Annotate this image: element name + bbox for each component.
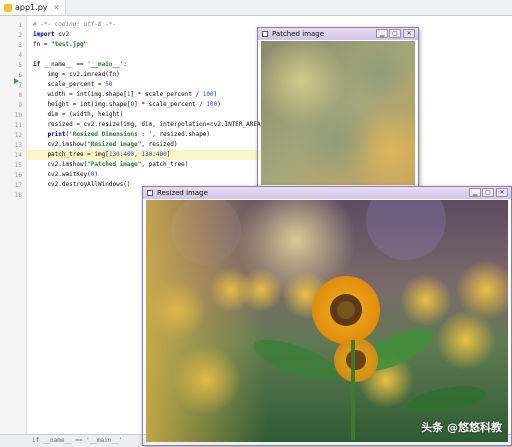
editor-tab-bar: app1.py ✕ [0, 0, 512, 16]
window-app-icon [147, 190, 153, 196]
code-line[interactable]: fn = "test.jpg" [33, 40, 87, 50]
code-line[interactable]: img = cv2.imread(fn) [33, 70, 119, 80]
patched-image [261, 41, 415, 185]
maximize-icon[interactable]: ▢ [389, 29, 401, 38]
close-icon[interactable]: ✕ [496, 188, 508, 197]
line-number: 10 [14, 112, 22, 119]
code-line[interactable]: import cv2 [33, 30, 69, 40]
tab-label: app1.py [15, 3, 48, 12]
line-number: 6 [18, 72, 22, 79]
patched-window-titlebar[interactable]: Patched image ▁ ▢ ✕ [258, 28, 418, 40]
minimize-icon[interactable]: ▁ [376, 29, 388, 38]
line-number: 4 [18, 52, 22, 59]
code-line[interactable]: scale_percent = 50 [33, 80, 112, 90]
code-line[interactable]: # -*- coding: utf-8 -*- [33, 20, 116, 30]
window-app-icon [262, 31, 268, 37]
minimize-icon[interactable]: ▁ [469, 188, 481, 197]
code-line[interactable]: cv2.waitKey(0) [33, 170, 98, 180]
status-breadcrumb: if __name__ == '__main__' [32, 437, 123, 444]
line-number: 9 [18, 102, 22, 109]
code-line[interactable]: dim = (width, height) [33, 110, 123, 120]
code-line[interactable]: resized = cv2.resize(img, dim, interpola… [33, 120, 264, 130]
close-tab-icon[interactable]: ✕ [54, 4, 60, 12]
line-number: 16 [14, 172, 22, 179]
code-line[interactable]: if __name__ == '__main__': [33, 60, 127, 70]
python-file-icon [4, 3, 12, 12]
code-line[interactable]: cv2.imshow("Patched image", patch_tree) [33, 160, 188, 170]
line-number: 14 [14, 152, 22, 159]
line-number: 2 [18, 32, 22, 39]
watermark-text: 头条 @悠悠科教 [421, 421, 502, 434]
code-line[interactable]: cv2.imshow("Resized image", resized) [33, 140, 177, 150]
maximize-icon[interactable]: ▢ [482, 188, 494, 197]
line-number: 3 [18, 42, 22, 49]
patched-image-window[interactable]: Patched image ▁ ▢ ✕ [257, 27, 419, 189]
resized-image-window[interactable]: Resized image ▁ ▢ ✕ [142, 186, 512, 446]
tab-app1-py[interactable]: app1.py ✕ [0, 0, 67, 15]
sunflower-photo [146, 200, 508, 442]
resized-window-titlebar[interactable]: Resized image ▁ ▢ ✕ [143, 187, 511, 199]
resized-image [146, 200, 508, 442]
line-number: 11 [14, 122, 22, 129]
line-number: 5 [18, 62, 22, 69]
code-line[interactable]: height = int(img.shape[0] * scale_percen… [33, 100, 220, 110]
code-line[interactable]: patch_tree = img[130:400, 130:400] [27, 150, 265, 160]
line-number: 15 [14, 162, 22, 169]
line-number-gutter: 1 2 3 4 5 6 7 8 9 10 11 12 13 14 15 16 17 18 [0, 16, 27, 434]
line-number: 8 [18, 92, 22, 99]
patched-image-bokeh [261, 41, 415, 185]
line-number: 7 [18, 82, 22, 89]
code-line[interactable]: width = int(img.shape[1] * scale_percent… [33, 90, 217, 100]
line-number: 17 [14, 182, 22, 189]
resized-window-title: Resized image [157, 189, 208, 197]
line-number: 1 [18, 22, 22, 29]
patched-window-title: Patched image [272, 30, 325, 38]
line-number: 18 [14, 192, 22, 199]
line-number: 13 [14, 142, 22, 149]
close-icon[interactable]: ✕ [403, 29, 415, 38]
line-number: 12 [14, 132, 22, 139]
code-line[interactable]: print('Resized Dimensions : ', resized.s… [33, 130, 210, 140]
main-sunflower [312, 276, 380, 344]
code-line[interactable]: cv2.destroyAllWindows() [33, 180, 130, 190]
